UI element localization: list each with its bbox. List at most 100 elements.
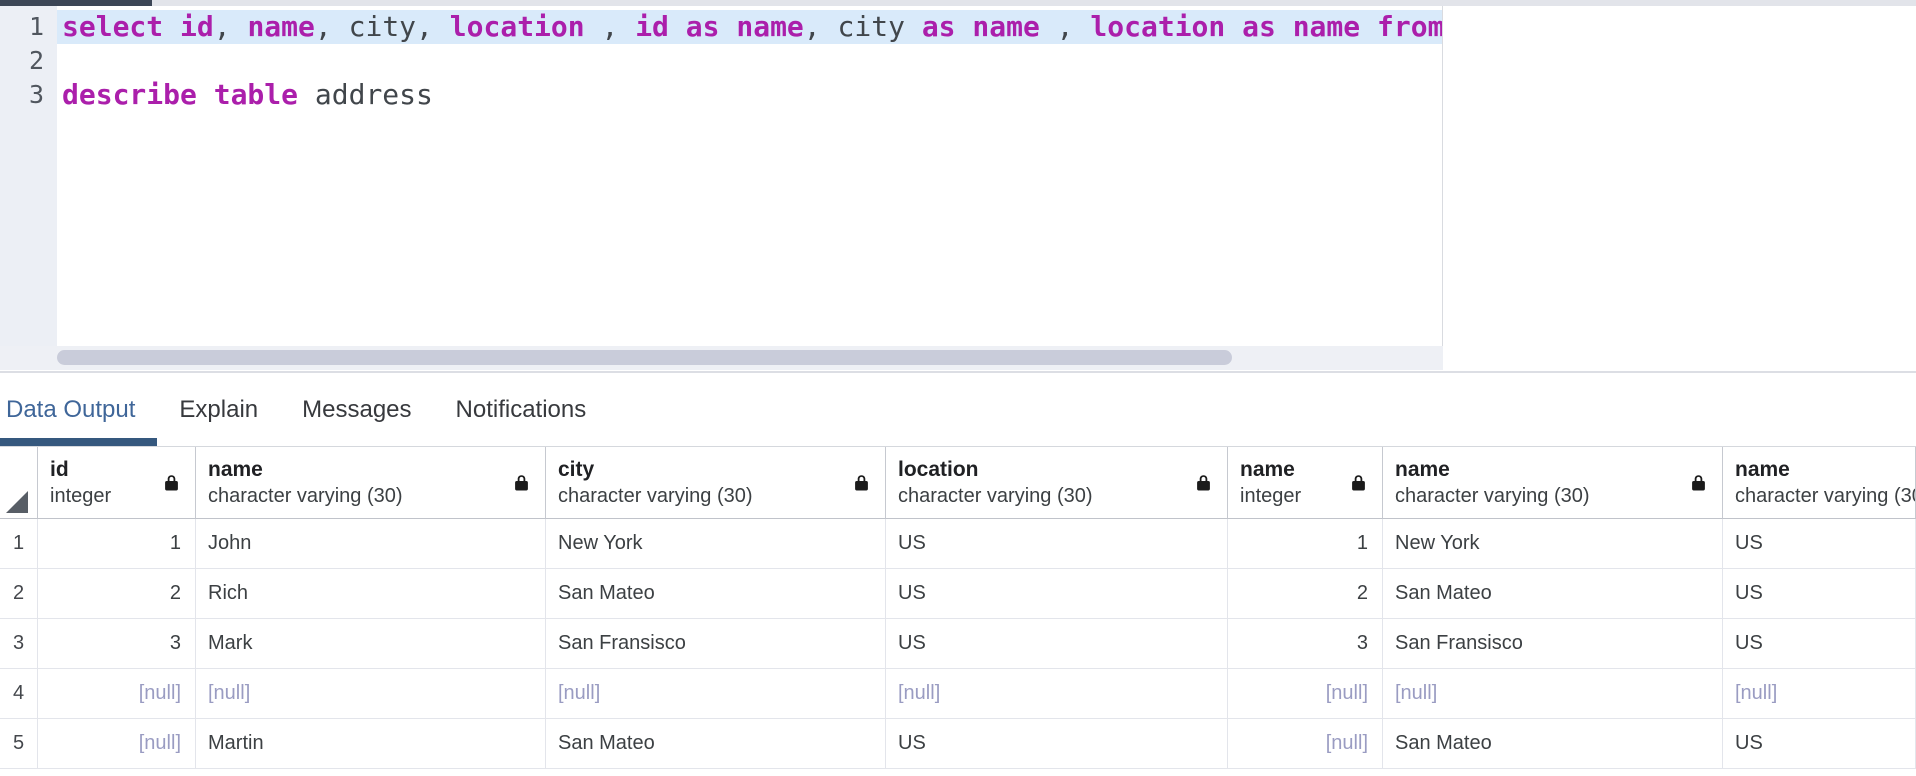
row-number[interactable]: 1 [0,519,38,568]
cell[interactable]: [null] [1383,669,1723,718]
cell[interactable]: 3 [38,619,196,668]
cell[interactable]: US [886,719,1228,768]
table-row: 5[null]MartinSan MateoUS[null]San MateoU… [0,719,1916,769]
sql-keyword: table [214,78,298,111]
sql-text: address [298,78,433,111]
cell[interactable]: US [1723,719,1916,768]
cell[interactable]: US [1723,619,1916,668]
sql-keyword: as [1242,10,1276,43]
cell[interactable]: San Fransisco [546,619,886,668]
table-row: 11JohnNew YorkUS1New YorkUS [0,519,1916,569]
cell[interactable]: Rich [196,569,546,618]
cell[interactable]: San Mateo [1383,719,1723,768]
sql-text: , [315,10,349,43]
lock-icon [1351,474,1366,492]
cell[interactable]: [null] [1723,669,1916,718]
tab-messages[interactable]: Messages [300,373,413,446]
sql-keyword: location [1090,10,1225,43]
cell[interactable]: 1 [1228,519,1383,568]
cell[interactable]: 3 [1228,619,1383,668]
lock-icon [1691,474,1706,492]
cell[interactable]: US [886,619,1228,668]
sql-text [669,10,686,43]
column-header-location-3[interactable]: locationcharacter varying (30) [886,447,1228,519]
cell[interactable]: 2 [1228,569,1383,618]
column-type: character varying (30) [558,483,851,510]
tab-notifications[interactable]: Notifications [454,373,589,446]
cell[interactable]: San Mateo [546,719,886,768]
column-header-name-6[interactable]: namecharacter varying (30) [1723,447,1916,519]
cell[interactable]: [null] [38,669,196,718]
column-header-id-0[interactable]: idinteger [38,447,196,519]
table-row: 33MarkSan FransiscoUS3San FransiscoUS [0,619,1916,669]
cell[interactable]: [null] [38,719,196,768]
line-number: 1 [0,10,57,44]
line-number-gutter: 123 [0,6,57,346]
results-grid-header: idintegernamecharacter varying (30)cityc… [0,447,1916,519]
column-type: character varying (30) [208,483,511,510]
cell[interactable]: US [886,569,1228,618]
column-header-name-1[interactable]: namecharacter varying (30) [196,447,546,519]
column-type: character varying (30) [898,483,1193,510]
query-tool-window: 123 select id, name, city, location , id… [0,0,1916,776]
code-line[interactable]: describe table address [57,78,1442,112]
column-type: character varying (30) [1735,483,1881,510]
column-name: location [898,456,1193,483]
cell[interactable]: New York [1383,519,1723,568]
cell[interactable]: New York [546,519,886,568]
cell[interactable]: [null] [1228,719,1383,768]
sql-keyword: location [450,10,585,43]
column-header-name-5[interactable]: namecharacter varying (30) [1383,447,1723,519]
column-name: name [208,456,511,483]
sql-text [956,10,973,43]
cell[interactable]: San Mateo [546,569,886,618]
sql-text [1225,10,1242,43]
cell[interactable]: Martin [196,719,546,768]
cell[interactable]: [null] [546,669,886,718]
cell[interactable]: San Fransisco [1383,619,1723,668]
cell[interactable]: John [196,519,546,568]
column-header-city-2[interactable]: citycharacter varying (30) [546,447,886,519]
code-line[interactable] [57,44,1442,78]
cell[interactable]: 1 [38,519,196,568]
cell[interactable]: 2 [38,569,196,618]
sql-text: , [416,10,450,43]
scrollbar-thumb[interactable] [57,350,1232,365]
sql-code-area[interactable]: select id, name, city, location , id as … [57,6,1442,346]
sql-text: , [214,10,248,43]
row-number[interactable]: 2 [0,569,38,618]
code-line[interactable]: select id, name, city, location , id as … [57,10,1442,44]
sql-keyword: as [686,10,720,43]
editor-horizontal-scrollbar[interactable] [0,346,1443,370]
cell[interactable]: [null] [196,669,546,718]
line-number: 3 [0,78,57,112]
sql-text: city [838,10,905,43]
column-name: name [1395,456,1688,483]
column-header-name-4[interactable]: nameinteger [1228,447,1383,519]
column-type: integer [1240,483,1348,510]
cell[interactable]: US [1723,519,1916,568]
cell[interactable]: Mark [196,619,546,668]
table-row: 22RichSan MateoUS2San MateoUS [0,569,1916,619]
row-number[interactable]: 5 [0,719,38,768]
sql-text: , [804,10,838,43]
cell[interactable]: US [1723,569,1916,618]
lock-icon [1196,474,1211,492]
sql-keyword: describe [62,78,197,111]
cell[interactable]: [null] [1228,669,1383,718]
sql-text [1276,10,1293,43]
sql-text [1360,10,1377,43]
cell[interactable]: [null] [886,669,1228,718]
cell[interactable]: US [886,519,1228,568]
row-number[interactable]: 4 [0,669,38,718]
line-number: 2 [0,44,57,78]
sql-editor[interactable]: 123 select id, name, city, location , id… [0,6,1443,346]
column-type: character varying (30) [1395,483,1688,510]
select-all-corner[interactable] [0,447,38,519]
tab-explain[interactable]: Explain [177,373,260,446]
tab-data-output[interactable]: Data Output [4,373,137,446]
sql-keyword: id [180,10,214,43]
row-number[interactable]: 3 [0,619,38,668]
cell[interactable]: San Mateo [1383,569,1723,618]
column-name: name [1735,456,1881,483]
